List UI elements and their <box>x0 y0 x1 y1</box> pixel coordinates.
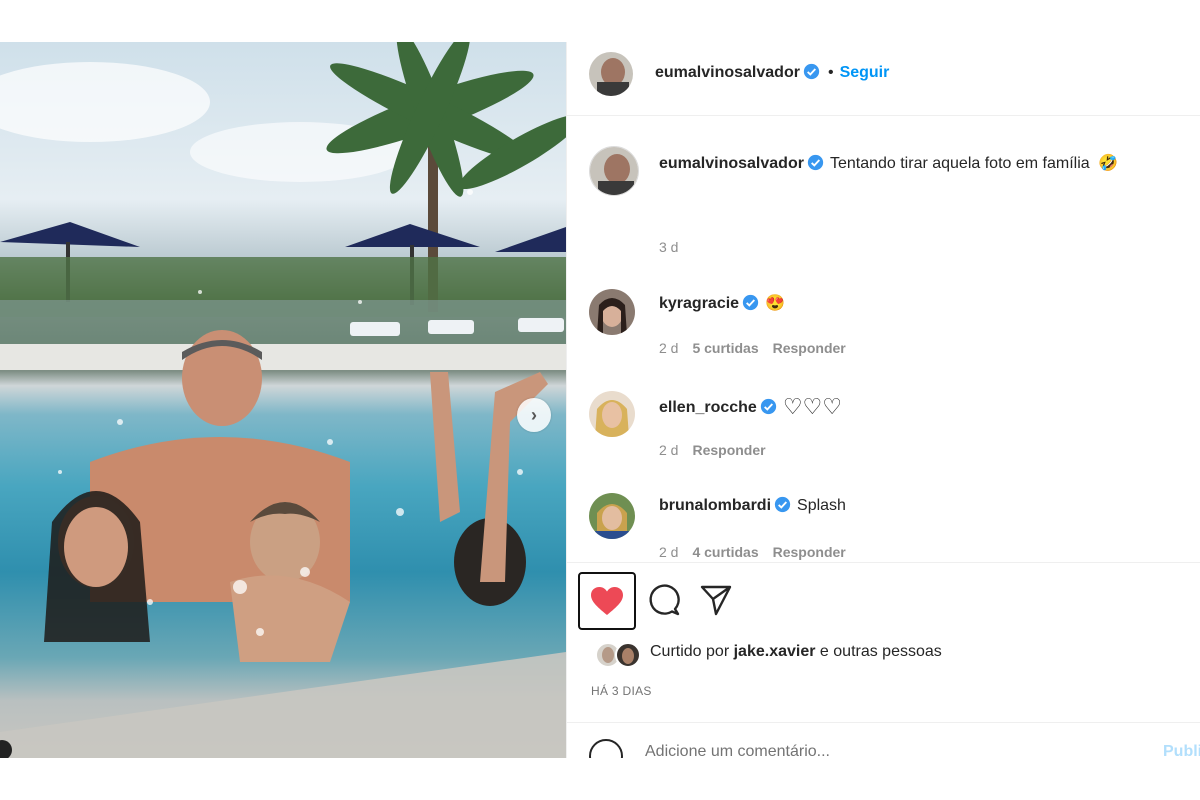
caption-text: Tentando tirar aquela foto em família <box>829 155 1090 172</box>
caption-avatar[interactable] <box>589 146 639 196</box>
liked-by-avatars[interactable] <box>595 640 643 670</box>
heart-filled-icon <box>591 587 623 615</box>
comment-likes[interactable]: 4 curtidas <box>692 544 758 560</box>
comment: brunalombardi Splash <box>659 496 846 515</box>
caption-emoji: 🤣 <box>1098 155 1119 172</box>
caption-username[interactable]: eumalvinosalvador <box>659 155 804 172</box>
comment-icon[interactable] <box>647 583 681 617</box>
verified-icon <box>760 398 776 415</box>
comment-text: ♡♡♡ <box>782 394 842 419</box>
comment-meta: 2 d 4 curtidas Responder <box>659 544 860 560</box>
verified-icon <box>807 154 824 171</box>
comment-username[interactable]: kyragracie <box>659 295 739 312</box>
separator-dot: • <box>827 64 834 81</box>
reply-button[interactable]: Responder <box>773 544 846 560</box>
comment-username[interactable]: ellen_rocche <box>659 399 757 416</box>
comment-username[interactable]: brunalombardi <box>659 497 771 514</box>
post-actions <box>567 562 1200 632</box>
comment-meta: 2 d 5 curtidas Responder <box>659 340 860 356</box>
comment: kyragracie 😍 <box>659 293 785 313</box>
verified-icon <box>774 496 791 513</box>
liked-by-prefix: Curtido por <box>650 643 730 660</box>
comment: ellen_rocche ♡♡♡ <box>659 394 842 420</box>
verified-icon <box>742 294 759 311</box>
comment-avatar[interactable] <box>589 493 635 539</box>
publish-button[interactable]: Publicar <box>1163 743 1200 758</box>
post-time[interactable]: HÁ 3 DIAS <box>591 684 652 698</box>
comment-likes[interactable]: 5 curtidas <box>692 340 758 356</box>
reply-button[interactable]: Responder <box>773 340 846 356</box>
post-photo[interactable]: › <box>0 42 566 758</box>
share-icon[interactable] <box>699 583 733 617</box>
comments-list[interactable]: eumalvinosalvador Tentando tirar aquela f… <box>567 117 1200 562</box>
comment-input[interactable] <box>645 743 1085 758</box>
post-header: eumalvinosalvador • Seguir <box>567 42 1200 116</box>
comment-avatar[interactable] <box>589 289 635 335</box>
caption-time[interactable]: 3 d <box>659 239 678 255</box>
reply-button[interactable]: Responder <box>692 442 765 458</box>
verified-icon <box>803 63 820 80</box>
follow-button[interactable]: Seguir <box>840 64 890 81</box>
comment-text: Splash <box>797 497 846 514</box>
comment-avatar[interactable] <box>589 391 635 437</box>
caption-meta: 3 d <box>659 239 692 255</box>
comment-text: 😍 <box>765 295 785 312</box>
liked-by-suffix[interactable]: e outras pessoas <box>820 643 942 660</box>
comment-time[interactable]: 2 d <box>659 442 678 458</box>
emoji-icon[interactable] <box>589 739 623 758</box>
chevron-right-icon: › <box>531 404 537 425</box>
add-comment-bar: Publicar <box>567 722 1200 758</box>
comment-time[interactable]: 2 d <box>659 544 678 560</box>
caption: eumalvinosalvador Tentando tirar aquela f… <box>659 153 1118 173</box>
next-photo-button[interactable]: › <box>517 398 551 432</box>
like-button[interactable] <box>578 572 636 630</box>
liked-by-user[interactable]: jake.xavier <box>734 643 816 660</box>
comment-time[interactable]: 2 d <box>659 340 678 356</box>
post-details-panel: eumalvinosalvador • Seguir eumalvinosalvad… <box>566 42 1200 758</box>
comment-meta: 2 d Responder <box>659 442 780 458</box>
author-username[interactable]: eumalvinosalvador <box>655 64 800 81</box>
author-avatar[interactable] <box>589 52 633 96</box>
photo-scene <box>0 42 566 758</box>
